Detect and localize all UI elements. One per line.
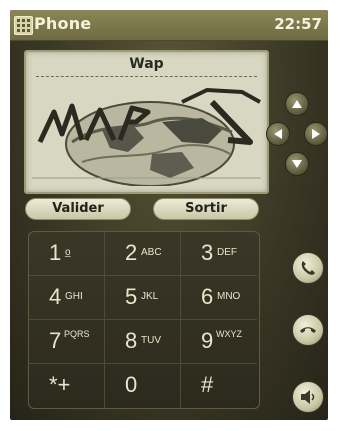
key-9[interactable]: 9 WXYZ <box>181 320 257 364</box>
key-digit: 6 <box>201 284 214 309</box>
key-7[interactable]: 7 PQRS <box>29 320 105 364</box>
hang-up-icon <box>300 327 316 333</box>
key-digit: 8 <box>125 328 138 353</box>
sortir-button[interactable]: Sortir <box>153 198 259 220</box>
key-6[interactable]: 6 MNO <box>181 276 257 320</box>
key-digit: 7 <box>49 328 62 353</box>
key-star[interactable]: *+ <box>29 364 105 408</box>
arrow-down-icon[interactable] <box>285 152 309 176</box>
key-letters: WXYZ <box>216 329 242 339</box>
arrow-right-icon[interactable] <box>304 122 328 146</box>
keypad: 1 o̲ 2 ABC 3 DEF 4 GHI 5 JKL 6 MNO 7 PQR… <box>28 231 260 409</box>
key-digit: 5 <box>125 284 138 309</box>
key-8[interactable]: 8 TUV <box>105 320 181 364</box>
key-2[interactable]: 2 ABC <box>105 232 181 276</box>
key-letters: GHI <box>65 291 83 302</box>
wap-display: Wap <box>24 50 269 194</box>
key-1[interactable]: 1 o̲ <box>29 232 105 276</box>
key-hash[interactable]: # <box>181 364 257 408</box>
key-digit: *+ <box>49 372 71 397</box>
wap-title: Wap <box>129 56 164 72</box>
key-digit: 9 <box>201 328 214 353</box>
key-4[interactable]: 4 GHI <box>29 276 105 320</box>
key-letters: JKL <box>141 291 159 302</box>
key-letters: PQRS <box>64 329 90 339</box>
key-letters: TUV <box>141 335 161 346</box>
key-0[interactable]: 0 <box>105 364 181 408</box>
hang-up-button[interactable] <box>292 314 324 346</box>
phone-window: Phone 22:57 Wap Valider Sortir 1 o̲ 2 AB… <box>10 10 328 420</box>
key-letters: ABC <box>141 247 162 258</box>
app-title: Phone <box>34 14 92 33</box>
key-5[interactable]: 5 JKL <box>105 276 181 320</box>
arrow-left-icon[interactable] <box>266 122 290 146</box>
speaker-icon <box>301 390 315 404</box>
call-icon <box>301 261 315 275</box>
key-letters: MNO <box>217 291 241 302</box>
navigation-pad <box>266 92 328 176</box>
speaker-button[interactable] <box>292 381 324 413</box>
key-digit: 1 <box>49 240 62 265</box>
key-letters: o̲ <box>65 247 71 258</box>
clock[interactable]: 22:57 <box>274 15 322 33</box>
key-digit: 2 <box>125 240 138 265</box>
key-digit: # <box>201 372 214 397</box>
wap-globe-logo <box>32 87 261 186</box>
valider-button[interactable]: Valider <box>25 198 131 220</box>
key-digit: 0 <box>125 372 138 397</box>
key-digit: 4 <box>49 284 62 309</box>
divider <box>36 76 257 77</box>
title-bar: Phone 22:57 <box>10 10 328 41</box>
phone-app-icon <box>14 16 33 35</box>
key-3[interactable]: 3 DEF <box>181 232 257 276</box>
key-digit: 3 <box>201 240 214 265</box>
call-button[interactable] <box>292 252 324 284</box>
arrow-up-icon[interactable] <box>285 92 309 116</box>
key-letters: DEF <box>217 247 237 258</box>
